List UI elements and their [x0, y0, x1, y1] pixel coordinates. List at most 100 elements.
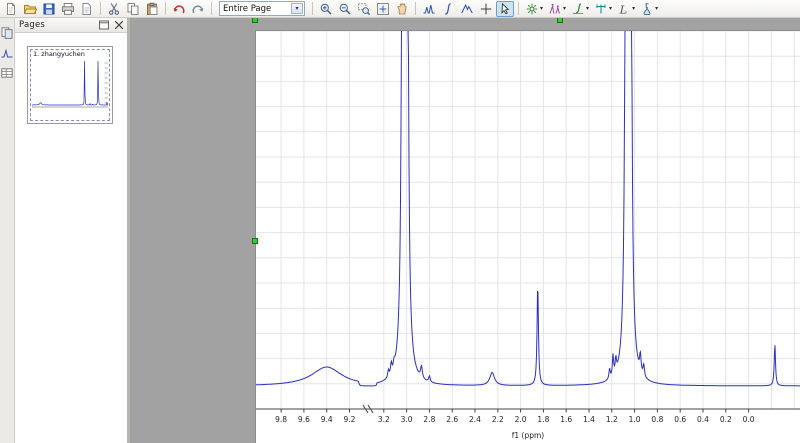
main-toolbar: Entire Page ▾ ▾ ▾ ▾ ▾ L ▾ ▾: [0, 0, 800, 18]
table-tab-icon: [0, 66, 14, 80]
dropdown-arrow-icon[interactable]: ▾: [563, 2, 566, 16]
integral-tool-icon: [441, 2, 455, 16]
integral-tool-button[interactable]: [439, 1, 457, 17]
redo-icon: [191, 2, 205, 16]
svg-text:9.4: 9.4: [321, 415, 333, 424]
selection-handle-top-middle[interactable]: [557, 18, 563, 23]
pages-panel-title: Pages: [19, 20, 46, 30]
toolbar-separator: [211, 2, 212, 15]
zoom-in-icon: [319, 2, 333, 16]
svg-text:2.4: 2.4: [469, 415, 481, 424]
save-button[interactable]: [40, 1, 58, 17]
zoom-out-button[interactable]: [336, 1, 354, 17]
pan-hand-button[interactable]: [393, 1, 411, 17]
processing-button[interactable]: ▾: [523, 1, 545, 17]
page-setup-button[interactable]: [78, 1, 96, 17]
pages-panel-header: Pages: [15, 18, 127, 33]
svg-text:0.4: 0.4: [697, 415, 709, 424]
save-icon: [42, 2, 56, 16]
zoom-level-select[interactable]: Entire Page ▾: [219, 1, 305, 16]
panel-float-button[interactable]: [97, 19, 110, 32]
svg-text:3.0: 3.0: [401, 415, 413, 424]
new-document-icon: [4, 2, 18, 16]
peaks-tool-icon: [422, 2, 436, 16]
svg-text:1.6: 1.6: [560, 415, 572, 424]
svg-text:0.0: 0.0: [743, 415, 755, 424]
sidebar-tab-spectra[interactable]: [1, 46, 14, 59]
page-name: zhangyuchen: [41, 50, 85, 58]
svg-text:2.2: 2.2: [492, 415, 504, 424]
close-icon: [112, 18, 126, 32]
multiplet-tool-icon: [460, 2, 474, 16]
prediction-button[interactable]: ▾: [638, 1, 660, 17]
dropdown-arrow-icon[interactable]: ▾: [540, 2, 543, 16]
select-tool-button[interactable]: [496, 0, 514, 17]
peaks-tool-button[interactable]: [420, 1, 438, 17]
peak-picking-icon: [548, 2, 562, 16]
peak-picking-button[interactable]: ▾: [546, 1, 568, 17]
combo-dropdown-icon[interactable]: ▾: [291, 3, 303, 14]
zoom-fit-icon: [376, 2, 390, 16]
page-thumbnail[interactable]: 1. zhangyuchen: [27, 46, 113, 124]
assignments-button[interactable]: L ▾: [615, 1, 637, 17]
toolbar-separator: [100, 2, 101, 15]
svg-text:L: L: [619, 2, 628, 16]
toolbar-separator: [165, 2, 166, 15]
svg-text:1.2: 1.2: [606, 415, 618, 424]
svg-text:3.2: 3.2: [378, 415, 390, 424]
zoom-region-button[interactable]: [355, 1, 373, 17]
dropdown-arrow-icon[interactable]: ▾: [586, 2, 589, 16]
pan-hand-icon: [395, 2, 409, 16]
crosshair-tool-icon: [479, 2, 493, 16]
redo-button[interactable]: [189, 1, 207, 17]
x-axis-label: f1 (ppm): [512, 431, 545, 440]
zoom-in-button[interactable]: [317, 1, 335, 17]
dropdown-arrow-icon[interactable]: ▾: [609, 2, 612, 16]
prediction-icon: [640, 2, 654, 16]
nmr-spectrum[interactable]: 9.8 9.6 9.4 9.2 3.2 3.0 2.8 2.6 2.4 2.2 2.0 1.8 1.6 1…: [256, 31, 800, 443]
selection-handle-left-middle[interactable]: [252, 238, 258, 244]
processing-icon: [525, 2, 539, 16]
zoom-region-icon: [357, 2, 371, 16]
paste-button[interactable]: [143, 1, 161, 17]
new-document-button[interactable]: [2, 1, 20, 17]
print-button[interactable]: [59, 1, 77, 17]
spectra-tab-icon: [0, 46, 14, 60]
open-folder-button[interactable]: [21, 1, 39, 17]
selection-handle-top-left[interactable]: [252, 18, 258, 23]
panel-close-button[interactable]: [112, 19, 125, 32]
svg-text:1.8: 1.8: [537, 415, 549, 424]
print-icon: [61, 2, 75, 16]
cut-button[interactable]: [105, 1, 123, 17]
dropdown-arrow-icon[interactable]: ▾: [655, 2, 658, 16]
zoom-fit-button[interactable]: [374, 1, 392, 17]
integration-icon: [571, 2, 585, 16]
multiplet-tool-button[interactable]: [458, 1, 476, 17]
side-tab-strip: [0, 18, 15, 443]
integration-button[interactable]: ▾: [569, 1, 591, 17]
float-window-icon: [97, 18, 111, 32]
undo-button[interactable]: [170, 1, 188, 17]
document-page[interactable]: 9.8 9.6 9.4 9.2 3.2 3.0 2.8 2.6 2.4 2.2 2.0 1.8 1.6 1…: [255, 30, 800, 443]
page-index: 1.: [33, 50, 40, 58]
paste-icon: [145, 2, 159, 16]
page-thumbnail-preview: [32, 60, 109, 108]
multiplet-analysis-button[interactable]: ▾: [592, 1, 614, 17]
page-thumbnail-label: 1. zhangyuchen: [33, 50, 85, 58]
svg-text:2.0: 2.0: [515, 415, 527, 424]
multiplet-analysis-icon: [594, 2, 608, 16]
sidebar-tab-tables[interactable]: [1, 66, 14, 79]
toolbar-separator: [518, 2, 519, 15]
sidebar-tab-pages[interactable]: [1, 26, 14, 39]
undo-icon: [172, 2, 186, 16]
zoom-level-value: Entire Page: [223, 3, 272, 14]
open-folder-icon: [23, 2, 37, 16]
svg-text:2.8: 2.8: [423, 415, 435, 424]
svg-text:2.6: 2.6: [446, 415, 458, 424]
dropdown-arrow-icon[interactable]: ▾: [632, 2, 635, 16]
page-setup-icon: [80, 2, 94, 16]
copy-icon: [126, 2, 140, 16]
document-canvas[interactable]: 9.8 9.6 9.4 9.2 3.2 3.0 2.8 2.6 2.4 2.2 2.0 1.8 1.6 1…: [130, 18, 800, 443]
copy-button[interactable]: [124, 1, 142, 17]
crosshair-tool-button[interactable]: [477, 1, 495, 17]
